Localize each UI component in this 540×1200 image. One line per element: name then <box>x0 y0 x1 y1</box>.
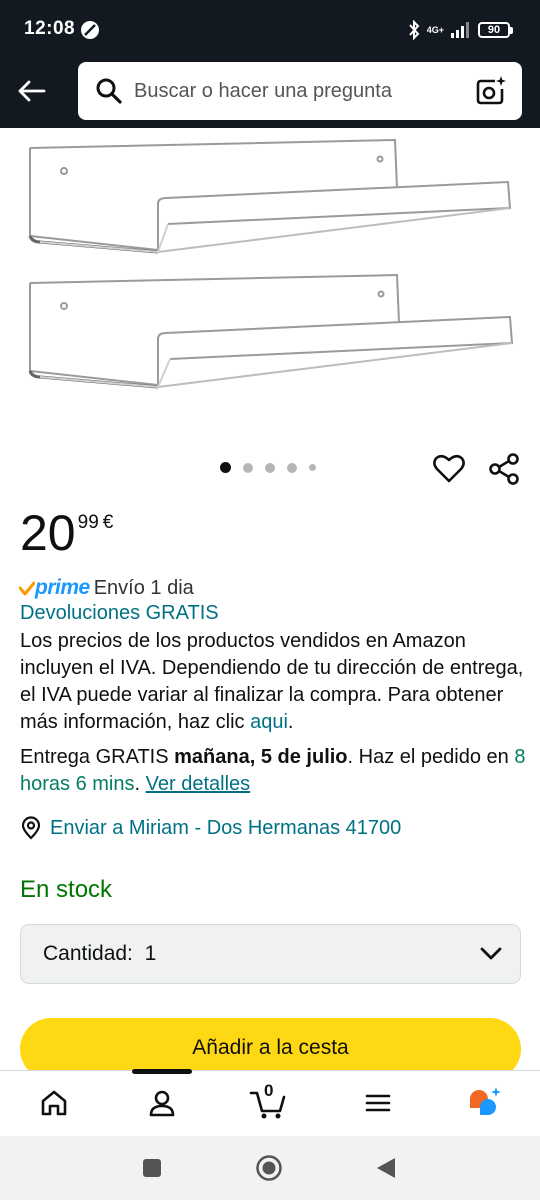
bluetooth-icon <box>408 20 420 40</box>
price-whole: 20 <box>20 505 76 561</box>
nav-account[interactable] <box>140 1083 184 1123</box>
system-nav-bar <box>0 1136 540 1200</box>
quantity-value: 1 <box>144 942 157 965</box>
status-indicators: 4G+ 90 <box>407 18 513 42</box>
nav-active-indicator <box>132 1069 192 1074</box>
network-type: 4G+ <box>426 25 444 35</box>
search-bar[interactable] <box>78 62 522 120</box>
delivery-date: mañana, 5 de julio <box>174 746 348 768</box>
nav-cart[interactable]: 0 <box>246 1081 290 1123</box>
search-icon <box>96 78 122 104</box>
quantity-label: Cantidad: <box>43 942 133 965</box>
cart-count: 0 <box>264 1081 274 1100</box>
app-header <box>0 62 540 128</box>
image-carousel-dots[interactable] <box>220 462 316 473</box>
back-system-button[interactable] <box>372 1154 400 1182</box>
assistant-icon <box>470 1087 501 1115</box>
prime-shipping-row: prime Envío 1 dia <box>19 575 194 601</box>
price-fraction: 99 <box>77 512 99 533</box>
delivery-info: Entrega GRATIS mañana, 5 de julio. Haz e… <box>20 744 526 798</box>
battery-icon: 90 <box>478 22 513 38</box>
vat-notice: Los precios de los productos vendidos en… <box>20 628 526 736</box>
vat-notice-end: . <box>287 711 294 733</box>
ship-to-location[interactable]: Enviar a Miriam - Dos Hermanas 41700 <box>20 816 401 840</box>
stock-status: En stock <box>20 876 113 903</box>
camera-search-button[interactable] <box>472 72 510 110</box>
battery-level: 90 <box>487 24 501 36</box>
camera-icon <box>476 76 506 105</box>
chevron-down-icon <box>480 947 502 960</box>
carousel-dot-2[interactable] <box>243 462 253 473</box>
delivery-prefix: Entrega GRATIS <box>20 746 175 768</box>
quantity-text: Cantidad: 1 <box>43 942 156 966</box>
carousel-dot-4[interactable] <box>287 462 297 473</box>
vat-info-link[interactable]: aqui <box>250 711 288 733</box>
arrow-left-icon <box>18 80 46 102</box>
prime-logo: prime <box>35 576 90 599</box>
product-price: 20 99 € <box>20 506 113 560</box>
prime-shipping-text: Envío 1 dia <box>93 576 194 599</box>
shelf-image-top <box>28 138 512 254</box>
recent-apps-button[interactable] <box>138 1154 166 1182</box>
user-icon <box>149 1090 175 1117</box>
bottom-nav: 0 <box>0 1069 540 1136</box>
carousel-dot-3[interactable] <box>265 462 275 473</box>
carousel-dot-5[interactable] <box>309 464 316 471</box>
status-time: 12:08 <box>24 18 76 39</box>
product-image[interactable] <box>0 128 540 438</box>
delivery-middle: . Haz el pedido en <box>347 746 515 768</box>
delivery-details-link[interactable]: Ver detalles <box>146 773 251 795</box>
shelf-image-bottom <box>28 273 514 389</box>
share-button[interactable] <box>486 450 524 488</box>
price-currency: € <box>102 512 114 533</box>
circle-icon <box>256 1155 282 1181</box>
free-returns-link[interactable]: Devoluciones GRATIS <box>20 602 219 625</box>
search-input[interactable] <box>134 79 472 103</box>
nav-home[interactable] <box>32 1083 76 1123</box>
share-icon <box>489 453 519 485</box>
menu-icon <box>365 1094 391 1112</box>
quantity-dropdown[interactable]: Cantidad: 1 <box>20 924 521 984</box>
square-icon <box>143 1159 161 1177</box>
home-system-button[interactable] <box>255 1154 283 1182</box>
carousel-dot-1[interactable] <box>220 462 231 473</box>
nav-menu[interactable] <box>356 1083 400 1123</box>
home-icon <box>41 1090 67 1116</box>
wishlist-button[interactable] <box>430 450 468 488</box>
back-button[interactable] <box>10 70 52 112</box>
ship-to-label: Enviar a Miriam - Dos Hermanas 41700 <box>50 816 402 839</box>
prime-check-icon <box>19 581 35 596</box>
status-bar: 12:08 4G+ 90 <box>0 0 540 62</box>
signal-icon <box>451 22 469 38</box>
heart-icon <box>433 454 465 483</box>
sync-off-icon <box>81 21 99 39</box>
delivery-after: . <box>134 773 146 795</box>
location-pin-icon <box>21 816 41 840</box>
nav-rufus-assistant[interactable] <box>464 1083 508 1123</box>
triangle-back-icon <box>377 1158 395 1178</box>
